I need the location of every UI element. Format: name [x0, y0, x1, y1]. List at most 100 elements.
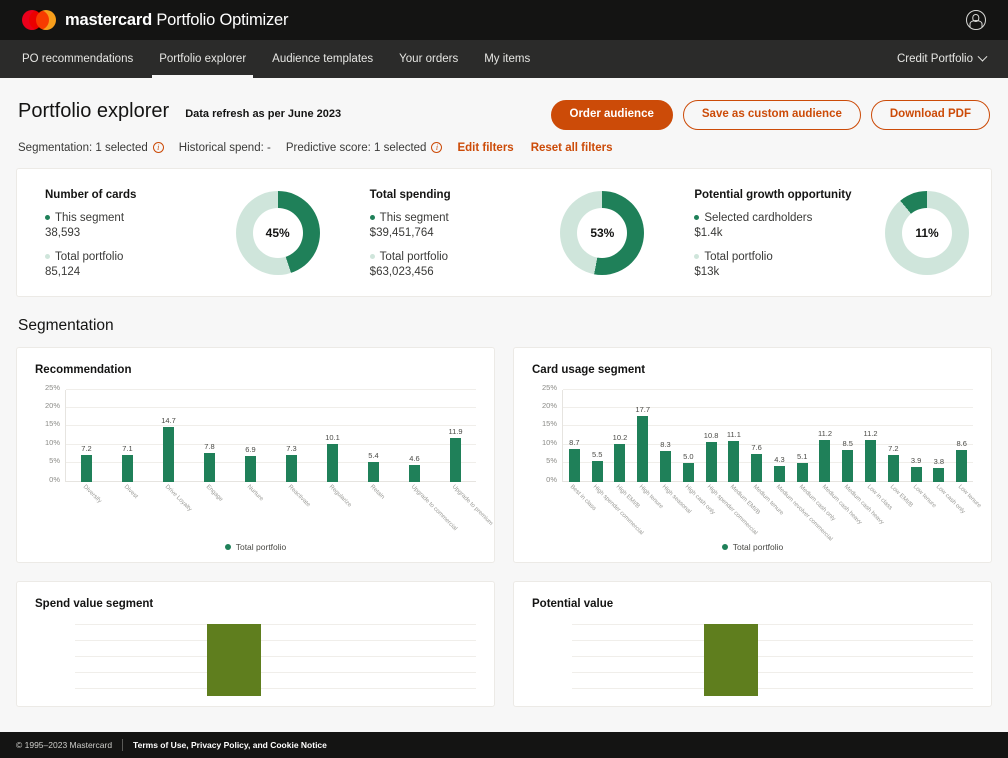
bar[interactable]: 7.8 [204, 442, 215, 482]
stacked-bar[interactable] [207, 623, 262, 696]
bar-value-label: 4.6 [409, 453, 420, 463]
chart-plot-recommendation: 0% 5% 10% 15% 20% 25% 7.2 7.1 14.7 7.8 6.9 7.3 10.1 5… [45, 383, 476, 484]
bar[interactable]: 7.1 [122, 444, 133, 482]
x-axis-tick: Engage [188, 482, 229, 540]
info-icon[interactable]: i [431, 142, 443, 153]
bar[interactable]: 5.0 [682, 452, 694, 482]
bar-slot: 8.3 [654, 390, 677, 482]
stacked-bar[interactable] [704, 623, 759, 696]
account-circle-icon[interactable] [966, 10, 986, 30]
bar-slot: 11.2 [859, 390, 882, 482]
bar-slot: 4.6 [394, 390, 435, 482]
bar[interactable]: 10.8 [704, 431, 718, 482]
bar-slot: 4.3 [768, 390, 791, 482]
filter-predictive-score[interactable]: Predictive score: 1 selected i [286, 142, 443, 154]
download-pdf-button[interactable]: Download PDF [870, 100, 990, 130]
bar-value-label: 7.8 [204, 441, 215, 451]
y-axis-tick: 5% [49, 456, 60, 466]
bar[interactable]: 5.4 [368, 451, 379, 482]
nav-item-portfolio-explorer[interactable]: Portfolio explorer [146, 40, 259, 78]
filter-segmentation[interactable]: Segmentation: 1 selected i [18, 142, 164, 154]
bar-slot: 8.6 [950, 390, 973, 482]
kpi-title: Total spending [369, 188, 451, 201]
bar-slot: 11.9 [435, 390, 476, 482]
bar[interactable]: 8.7 [568, 438, 580, 482]
bar-value-label: 6.9 [245, 445, 256, 455]
bar[interactable]: 17.7 [635, 405, 650, 482]
bar[interactable]: 3.8 [933, 457, 945, 482]
x-axis-tick: Best in class [562, 482, 597, 540]
bar-slot: 11.2 [814, 390, 837, 482]
gridline: 90% [75, 639, 476, 641]
bar-value-label: 10.1 [325, 433, 340, 443]
nav-item-audience-templates[interactable]: Audience templates [259, 40, 386, 78]
bar-slot: 7.6 [745, 390, 768, 482]
bar[interactable]: 11.9 [448, 427, 463, 482]
footer-links[interactable]: Terms of Use, Privacy Policy, and Cookie… [133, 740, 327, 750]
nav-item-my-items[interactable]: My items [471, 40, 543, 78]
filter-historical-spend[interactable]: Historical spend: - [179, 142, 271, 154]
bar[interactable]: 4.6 [409, 454, 420, 482]
bar[interactable]: 5.5 [591, 450, 603, 482]
bar[interactable]: 7.6 [751, 443, 763, 482]
bar[interactable]: 7.2 [81, 444, 92, 482]
y-axis-tick: 15% [541, 419, 557, 429]
kpi-segment-value: $39,451,764 [369, 226, 434, 239]
kpi-total-value: $13k [694, 265, 720, 278]
x-axis-tick: Medium tenure [745, 482, 785, 540]
y-axis-tick: 25% [44, 382, 60, 392]
x-axis-tick: Low cash only [927, 482, 965, 540]
legend-dot-icon [224, 543, 231, 550]
x-axis-tick-label: Upgrade to premium [451, 483, 495, 527]
x-axis-tick: Upgrade to premium [435, 482, 494, 540]
bar[interactable]: 14.7 [161, 416, 176, 482]
bar[interactable]: 10.1 [325, 433, 340, 482]
bar[interactable]: 8.6 [956, 439, 968, 482]
filter-segmentation-label: Segmentation: 1 selected [18, 141, 148, 154]
chart-card-recommendation: Recommendation 0% 5% 10% 15% 20% 25% 7.2 7.1 14.… [16, 346, 495, 563]
bar[interactable]: 8.5 [842, 439, 854, 482]
order-audience-button[interactable]: Order audience [550, 100, 673, 130]
x-axis-tick: Medium cash only [790, 482, 835, 540]
reset-filters-link[interactable]: Reset all filters [531, 142, 613, 154]
nav-item-po-recommendations[interactable]: PO recommendations [22, 40, 146, 78]
bar[interactable]: 10.2 [613, 433, 627, 482]
bar-slot: 7.3 [271, 390, 312, 482]
brand-name: mastercard [65, 10, 152, 29]
bar[interactable]: 8.3 [660, 440, 672, 482]
bar-value-label: 14.7 [161, 416, 176, 426]
bar[interactable]: 3.9 [910, 456, 922, 482]
filter-predictive-label: Predictive score: 1 selected [285, 141, 427, 154]
kpi-total-label: Total portfolio [694, 251, 885, 263]
bar[interactable]: 6.9 [245, 445, 256, 482]
stacked-bar-segment [207, 623, 262, 696]
gridline: 70% [75, 671, 476, 673]
filter-bar: Segmentation: 1 selected i Historical sp… [16, 130, 992, 154]
bar[interactable]: 11.2 [818, 429, 832, 482]
bar[interactable]: 7.2 [887, 444, 899, 482]
bar[interactable]: 5.1 [796, 452, 808, 482]
bar[interactable]: 11.1 [727, 430, 741, 482]
donut-percent-label: 53% [577, 208, 628, 258]
info-icon[interactable]: i [152, 142, 164, 153]
chart-title: Card usage segment [532, 363, 646, 376]
edit-filters-link[interactable]: Edit filters [457, 142, 513, 154]
x-axis-tick: Low EMI/B [882, 482, 914, 540]
bar-value-label: 5.5 [591, 450, 603, 460]
bar-value-label: 11.9 [448, 426, 463, 436]
y-axis-tick: 25% [541, 382, 557, 392]
nav-item-your-orders[interactable]: Your orders [386, 40, 471, 78]
legend-dot-icon [694, 254, 700, 259]
data-refresh-note: Data refresh as per June 2023 [185, 108, 342, 120]
save-custom-audience-button[interactable]: Save as custom audience [682, 100, 861, 130]
bar[interactable]: 4.3 [773, 455, 785, 482]
kpi-segment-value: $1.4k [694, 226, 723, 239]
bar[interactable]: 11.2 [864, 429, 878, 482]
kpi-total-spending: Total spending This segment $39,451,764 … [342, 189, 667, 278]
bar-value-label: 8.5 [842, 439, 853, 449]
bar[interactable]: 7.3 [286, 444, 297, 482]
mastercard-logo-icon [22, 10, 56, 30]
bar-slot: 17.7 [631, 390, 654, 482]
portfolio-selector[interactable]: Credit Portfolio [897, 40, 988, 78]
bar-value-label: 5.1 [796, 451, 808, 461]
